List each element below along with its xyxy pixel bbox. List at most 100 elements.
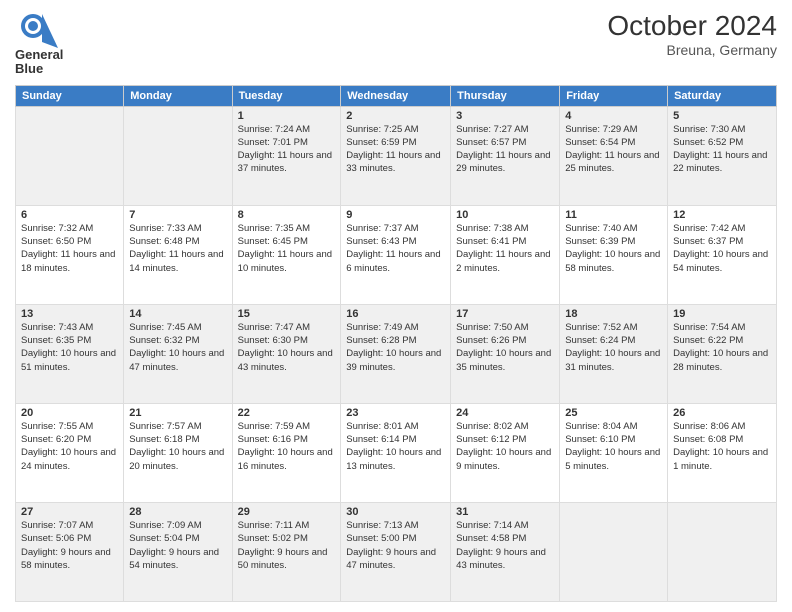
location-title: Breuna, Germany <box>607 42 777 58</box>
day-info: Sunrise: 8:04 AM Sunset: 6:10 PM Dayligh… <box>565 420 662 473</box>
col-tuesday: Tuesday <box>232 85 341 106</box>
table-row: 18Sunrise: 7:52 AM Sunset: 6:24 PM Dayli… <box>560 304 668 403</box>
day-info: Sunrise: 7:29 AM Sunset: 6:54 PM Dayligh… <box>565 123 662 176</box>
logo-text: General Blue <box>15 48 63 77</box>
day-number: 14 <box>129 308 226 320</box>
calendar-header-row: Sunday Monday Tuesday Wednesday Thursday… <box>16 85 777 106</box>
day-number: 12 <box>673 209 771 221</box>
col-wednesday: Wednesday <box>341 85 451 106</box>
day-info: Sunrise: 8:06 AM Sunset: 6:08 PM Dayligh… <box>673 420 771 473</box>
day-number: 20 <box>21 407 118 419</box>
day-info: Sunrise: 7:45 AM Sunset: 6:32 PM Dayligh… <box>129 321 226 374</box>
day-info: Sunrise: 7:54 AM Sunset: 6:22 PM Dayligh… <box>673 321 771 374</box>
calendar-week-row: 6Sunrise: 7:32 AM Sunset: 6:50 PM Daylig… <box>16 205 777 304</box>
table-row: 11Sunrise: 7:40 AM Sunset: 6:39 PM Dayli… <box>560 205 668 304</box>
day-number: 16 <box>346 308 445 320</box>
table-row: 10Sunrise: 7:38 AM Sunset: 6:41 PM Dayli… <box>451 205 560 304</box>
table-row: 13Sunrise: 7:43 AM Sunset: 6:35 PM Dayli… <box>16 304 124 403</box>
table-row: 3Sunrise: 7:27 AM Sunset: 6:57 PM Daylig… <box>451 106 560 205</box>
header: General Blue October 2024 Breuna, German… <box>15 10 777 77</box>
day-number: 6 <box>21 209 118 221</box>
title-block: October 2024 Breuna, Germany <box>607 10 777 58</box>
day-info: Sunrise: 7:57 AM Sunset: 6:18 PM Dayligh… <box>129 420 226 473</box>
day-info: Sunrise: 7:47 AM Sunset: 6:30 PM Dayligh… <box>238 321 336 374</box>
day-info: Sunrise: 7:43 AM Sunset: 6:35 PM Dayligh… <box>21 321 118 374</box>
day-info: Sunrise: 7:50 AM Sunset: 6:26 PM Dayligh… <box>456 321 554 374</box>
page: General Blue October 2024 Breuna, German… <box>0 0 792 612</box>
day-number: 7 <box>129 209 226 221</box>
day-number: 1 <box>238 110 336 122</box>
table-row <box>124 106 232 205</box>
table-row: 7Sunrise: 7:33 AM Sunset: 6:48 PM Daylig… <box>124 205 232 304</box>
day-number: 23 <box>346 407 445 419</box>
table-row: 1Sunrise: 7:24 AM Sunset: 7:01 PM Daylig… <box>232 106 341 205</box>
calendar-week-row: 20Sunrise: 7:55 AM Sunset: 6:20 PM Dayli… <box>16 403 777 502</box>
day-number: 10 <box>456 209 554 221</box>
table-row: 28Sunrise: 7:09 AM Sunset: 5:04 PM Dayli… <box>124 502 232 601</box>
day-info: Sunrise: 7:33 AM Sunset: 6:48 PM Dayligh… <box>129 222 226 275</box>
day-number: 26 <box>673 407 771 419</box>
day-number: 18 <box>565 308 662 320</box>
col-friday: Friday <box>560 85 668 106</box>
table-row: 31Sunrise: 7:14 AM Sunset: 4:58 PM Dayli… <box>451 502 560 601</box>
table-row: 2Sunrise: 7:25 AM Sunset: 6:59 PM Daylig… <box>341 106 451 205</box>
day-info: Sunrise: 7:11 AM Sunset: 5:02 PM Dayligh… <box>238 519 336 572</box>
day-info: Sunrise: 7:49 AM Sunset: 6:28 PM Dayligh… <box>346 321 445 374</box>
day-number: 9 <box>346 209 445 221</box>
day-number: 29 <box>238 506 336 518</box>
calendar-week-row: 27Sunrise: 7:07 AM Sunset: 5:06 PM Dayli… <box>16 502 777 601</box>
day-info: Sunrise: 7:09 AM Sunset: 5:04 PM Dayligh… <box>129 519 226 572</box>
calendar-table: Sunday Monday Tuesday Wednesday Thursday… <box>15 85 777 602</box>
day-number: 4 <box>565 110 662 122</box>
day-info: Sunrise: 7:24 AM Sunset: 7:01 PM Dayligh… <box>238 123 336 176</box>
table-row: 23Sunrise: 8:01 AM Sunset: 6:14 PM Dayli… <box>341 403 451 502</box>
logo: General Blue <box>15 10 63 77</box>
table-row: 25Sunrise: 8:04 AM Sunset: 6:10 PM Dayli… <box>560 403 668 502</box>
day-number: 25 <box>565 407 662 419</box>
day-number: 8 <box>238 209 336 221</box>
month-title: October 2024 <box>607 10 777 42</box>
day-info: Sunrise: 7:55 AM Sunset: 6:20 PM Dayligh… <box>21 420 118 473</box>
day-number: 19 <box>673 308 771 320</box>
table-row: 30Sunrise: 7:13 AM Sunset: 5:00 PM Dayli… <box>341 502 451 601</box>
day-info: Sunrise: 7:27 AM Sunset: 6:57 PM Dayligh… <box>456 123 554 176</box>
day-info: Sunrise: 8:02 AM Sunset: 6:12 PM Dayligh… <box>456 420 554 473</box>
day-info: Sunrise: 7:25 AM Sunset: 6:59 PM Dayligh… <box>346 123 445 176</box>
table-row: 6Sunrise: 7:32 AM Sunset: 6:50 PM Daylig… <box>16 205 124 304</box>
day-info: Sunrise: 8:01 AM Sunset: 6:14 PM Dayligh… <box>346 420 445 473</box>
day-info: Sunrise: 7:13 AM Sunset: 5:00 PM Dayligh… <box>346 519 445 572</box>
day-info: Sunrise: 7:40 AM Sunset: 6:39 PM Dayligh… <box>565 222 662 275</box>
day-number: 24 <box>456 407 554 419</box>
day-number: 2 <box>346 110 445 122</box>
col-sunday: Sunday <box>16 85 124 106</box>
table-row: 5Sunrise: 7:30 AM Sunset: 6:52 PM Daylig… <box>668 106 777 205</box>
table-row: 20Sunrise: 7:55 AM Sunset: 6:20 PM Dayli… <box>16 403 124 502</box>
calendar-week-row: 1Sunrise: 7:24 AM Sunset: 7:01 PM Daylig… <box>16 106 777 205</box>
table-row: 14Sunrise: 7:45 AM Sunset: 6:32 PM Dayli… <box>124 304 232 403</box>
table-row: 17Sunrise: 7:50 AM Sunset: 6:26 PM Dayli… <box>451 304 560 403</box>
day-info: Sunrise: 7:38 AM Sunset: 6:41 PM Dayligh… <box>456 222 554 275</box>
col-saturday: Saturday <box>668 85 777 106</box>
day-number: 31 <box>456 506 554 518</box>
day-number: 30 <box>346 506 445 518</box>
calendar-week-row: 13Sunrise: 7:43 AM Sunset: 6:35 PM Dayli… <box>16 304 777 403</box>
day-number: 13 <box>21 308 118 320</box>
day-number: 21 <box>129 407 226 419</box>
table-row: 26Sunrise: 8:06 AM Sunset: 6:08 PM Dayli… <box>668 403 777 502</box>
table-row: 29Sunrise: 7:11 AM Sunset: 5:02 PM Dayli… <box>232 502 341 601</box>
day-info: Sunrise: 7:30 AM Sunset: 6:52 PM Dayligh… <box>673 123 771 176</box>
table-row <box>668 502 777 601</box>
day-info: Sunrise: 7:35 AM Sunset: 6:45 PM Dayligh… <box>238 222 336 275</box>
day-info: Sunrise: 7:37 AM Sunset: 6:43 PM Dayligh… <box>346 222 445 275</box>
col-monday: Monday <box>124 85 232 106</box>
day-info: Sunrise: 7:42 AM Sunset: 6:37 PM Dayligh… <box>673 222 771 275</box>
day-number: 22 <box>238 407 336 419</box>
table-row <box>560 502 668 601</box>
day-number: 11 <box>565 209 662 221</box>
table-row: 16Sunrise: 7:49 AM Sunset: 6:28 PM Dayli… <box>341 304 451 403</box>
day-info: Sunrise: 7:32 AM Sunset: 6:50 PM Dayligh… <box>21 222 118 275</box>
table-row: 22Sunrise: 7:59 AM Sunset: 6:16 PM Dayli… <box>232 403 341 502</box>
table-row: 19Sunrise: 7:54 AM Sunset: 6:22 PM Dayli… <box>668 304 777 403</box>
day-number: 17 <box>456 308 554 320</box>
table-row <box>16 106 124 205</box>
